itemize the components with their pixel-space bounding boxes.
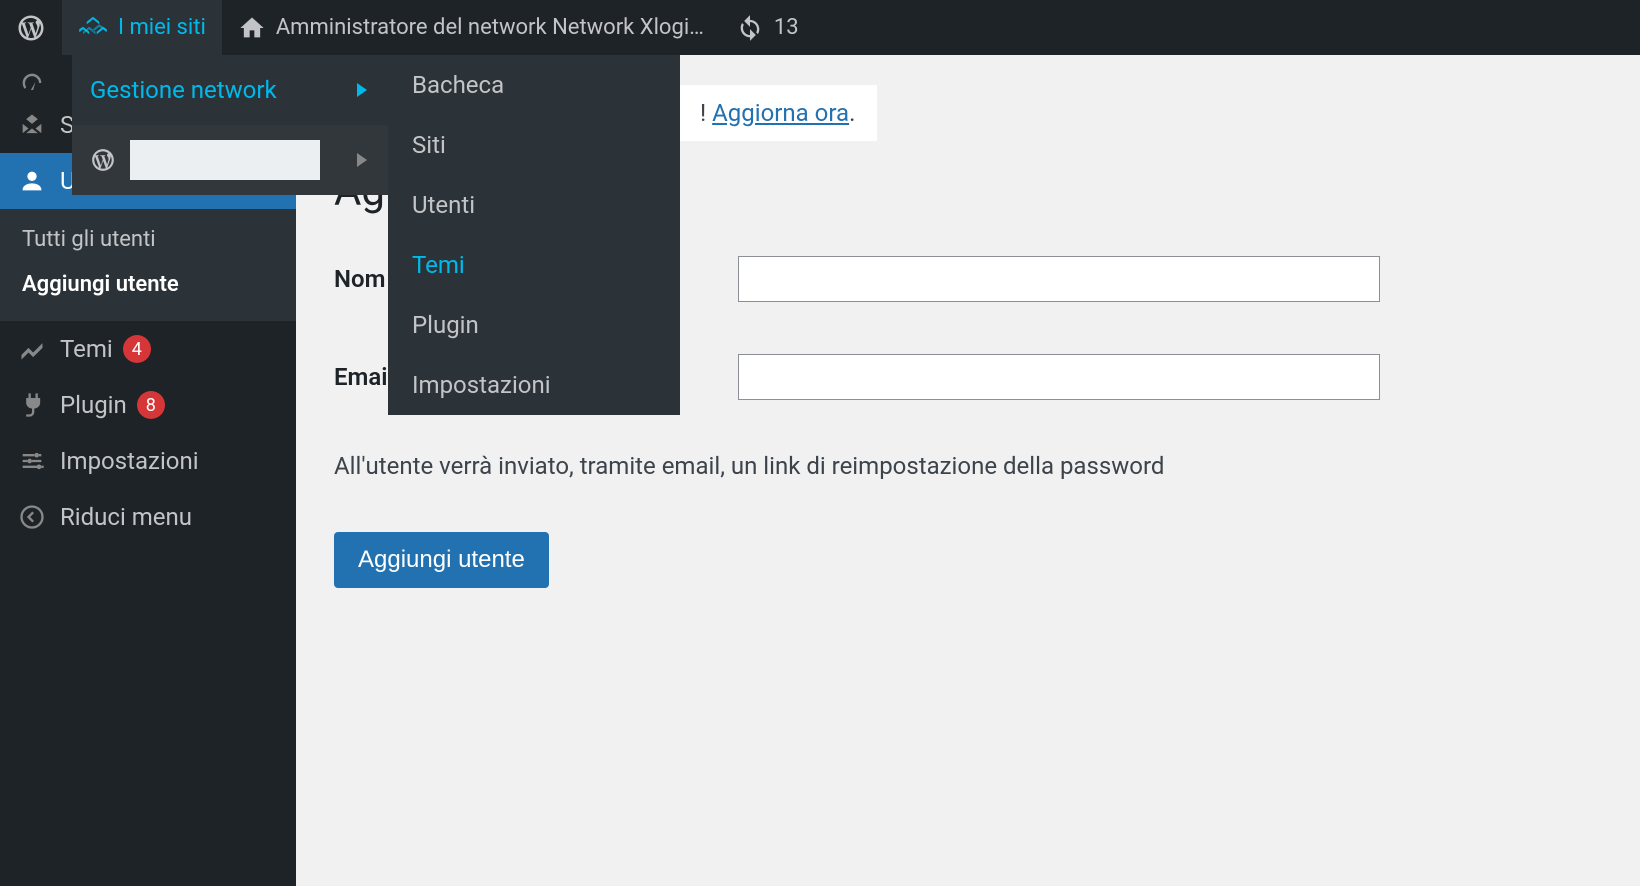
sidebar-item-plugins[interactable]: Plugin 8 [0, 377, 296, 433]
sidebar-item-themes[interactable]: Temi 4 [0, 321, 296, 377]
sidebar-sub-all-users[interactable]: Tutti gli utenti [0, 217, 296, 262]
admin-my-sites-label: I miei siti [118, 15, 206, 40]
admin-my-sites[interactable]: I miei siti [62, 0, 222, 55]
collapse-icon [18, 503, 48, 531]
dashboard-icon [18, 69, 48, 97]
sidebar-item-settings[interactable]: Impostazioni [0, 433, 296, 489]
flyout-network-admin[interactable]: Gestione network [72, 55, 388, 125]
update-now-link[interactable]: Aggiorna ora [712, 99, 849, 127]
username-input[interactable] [738, 256, 1380, 302]
sidebar-collapse[interactable]: Riduci menu [0, 489, 296, 545]
users-icon [18, 167, 48, 195]
themes-update-badge: 4 [123, 335, 151, 363]
admin-site-name[interactable]: Amministratore del network Network Xlogi… [222, 0, 720, 55]
admin-updates[interactable]: 13 [720, 0, 815, 55]
flyout2-item-users[interactable]: Utenti [388, 175, 680, 235]
themes-icon [18, 335, 48, 363]
plugins-icon [18, 391, 48, 419]
plugins-update-badge: 8 [137, 391, 165, 419]
sites-icon [18, 111, 48, 139]
update-notice-text: ! [700, 99, 712, 127]
add-user-button[interactable]: Aggiungi utente [334, 532, 549, 588]
sidebar-item-plugins-label: Plugin [60, 391, 127, 419]
sidebar-item-settings-label: Impostazioni [60, 447, 199, 475]
update-icon [736, 14, 764, 42]
sidebar-item-themes-label: Temi [60, 335, 113, 363]
network-admin-flyout: Bacheca Siti Utenti Temi Plugin Impostaz… [388, 55, 680, 415]
flyout2-item-settings[interactable]: Impostazioni [388, 355, 680, 415]
email-input[interactable] [738, 354, 1380, 400]
password-hint: All'utente verrà inviato, tramite email,… [334, 452, 1602, 480]
wp-logo[interactable] [0, 0, 62, 55]
sidebar-collapse-label: Riduci menu [60, 503, 192, 531]
chevron-right-icon [356, 153, 368, 167]
admin-updates-count: 13 [774, 15, 799, 40]
flyout2-item-sites[interactable]: Siti [388, 115, 680, 175]
flyout-site-item[interactable] [72, 125, 388, 195]
flyout-site-name-redacted [130, 140, 320, 180]
admin-toolbar: I miei siti Amministratore del network N… [0, 0, 1640, 55]
my-sites-flyout: Gestione network [72, 55, 388, 195]
flyout2-item-themes[interactable]: Temi [388, 235, 680, 295]
home-icon [238, 14, 266, 42]
update-notice: ! Aggiorna ora. [678, 85, 877, 141]
multisite-icon [78, 13, 108, 43]
settings-icon [18, 447, 48, 475]
wp-logo-icon [90, 147, 116, 173]
flyout-network-admin-label: Gestione network [90, 76, 277, 104]
chevron-right-icon [356, 83, 368, 97]
flyout2-item-plugins[interactable]: Plugin [388, 295, 680, 355]
flyout2-item-dashboard[interactable]: Bacheca [388, 55, 680, 115]
sidebar-sub-add-user[interactable]: Aggiungi utente [0, 262, 296, 307]
admin-site-name-label: Amministratore del network Network Xlogi… [276, 15, 704, 40]
sidebar-users-submenu: Tutti gli utenti Aggiungi utente [0, 209, 296, 321]
